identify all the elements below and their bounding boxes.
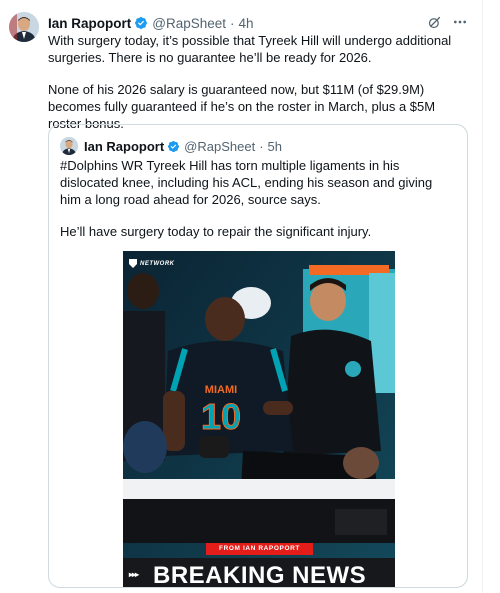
quoted-author-handle[interactable]: @RapSheet <box>184 139 255 154</box>
tweet-text: With surgery today, it’s possible that T… <box>48 32 470 132</box>
jersey-team-text: MIAMI <box>205 384 237 396</box>
verified-badge-icon <box>134 16 148 30</box>
tweet-header: Ian Rapoport @RapSheet · 4h <box>48 14 254 32</box>
grok-icon[interactable] <box>427 15 442 30</box>
tweet-actions-top <box>427 14 468 30</box>
quoted-tweet-paragraph: #Dolphins WR Tyreek Hill has torn multip… <box>60 158 433 207</box>
quoted-tweet[interactable]: Ian Rapoport @RapSheet · 5h #Dolphins WR… <box>48 124 468 588</box>
nfl-network-logo: NETWORK <box>129 259 175 268</box>
verified-badge-icon <box>167 140 180 153</box>
tweet-card[interactable]: Ian Rapoport @RapSheet · 4h With surgery… <box>0 0 483 593</box>
quoted-author-name[interactable]: Ian Rapoport <box>84 139 164 154</box>
quoted-tweet-media-image[interactable]: MIAMI 10 NETWORK FROM IAN RAPOPORT ▸▸▸ B… <box>123 251 395 588</box>
quoted-tweet-text: #Dolphins WR Tyreek Hill has torn multip… <box>60 157 456 240</box>
quoted-tweet-header: Ian Rapoport @RapSheet · 5h <box>84 137 282 155</box>
quoted-tweet-paragraph: He’ll have surgery today to repair the s… <box>60 224 372 239</box>
header-separator: · <box>259 138 264 154</box>
author-avatar[interactable] <box>9 12 39 42</box>
quoted-tweet-timestamp[interactable]: 5h <box>268 139 282 154</box>
breaking-news-headline: BREAKING NEWS <box>153 562 367 588</box>
author-handle[interactable]: @RapSheet <box>152 16 226 31</box>
network-logo-text: NETWORK <box>140 260 175 267</box>
media-photo-illustration: MIAMI 10 <box>123 251 395 587</box>
quoted-author-avatar[interactable] <box>60 137 78 155</box>
header-separator: · <box>230 15 235 31</box>
source-banner: FROM IAN RAPOPORT <box>206 543 313 555</box>
author-name[interactable]: Ian Rapoport <box>48 16 131 31</box>
headline-arrows-icon: ▸▸▸ <box>129 570 139 579</box>
more-options-icon[interactable] <box>452 14 468 30</box>
nfl-shield-icon <box>129 259 137 268</box>
tweet-timestamp[interactable]: 4h <box>239 16 254 31</box>
tweet-paragraph: With surgery today, it’s possible that T… <box>48 33 452 65</box>
jersey-number: 10 <box>201 396 241 437</box>
